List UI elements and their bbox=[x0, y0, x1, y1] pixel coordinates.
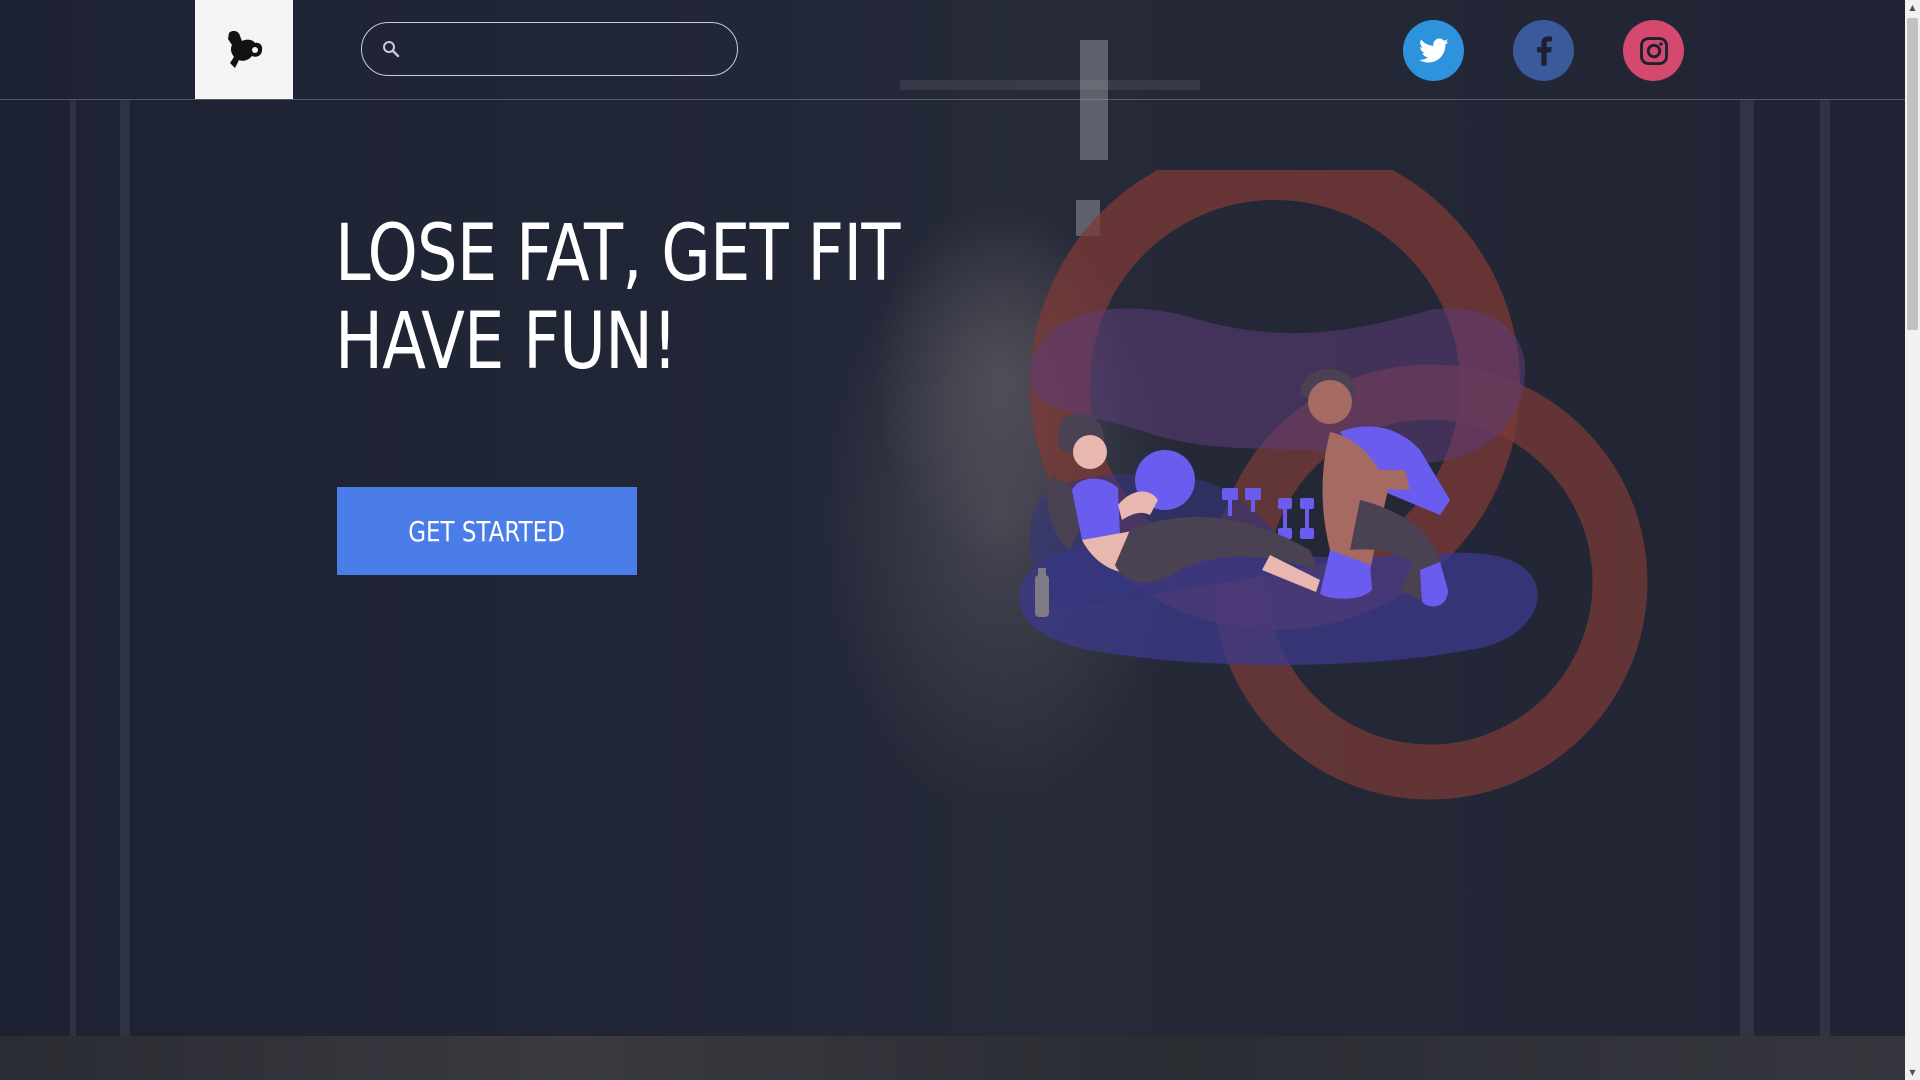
get-started-button[interactable]: GET STARTED bbox=[337, 487, 637, 575]
facebook-icon bbox=[1536, 35, 1552, 66]
twitter-button[interactable] bbox=[1403, 20, 1464, 81]
twitter-icon bbox=[1418, 38, 1448, 62]
page-scrollbar[interactable]: ▲ ▼ bbox=[1905, 0, 1920, 1080]
headline-line-1: LOSE FAT, GET FIT bbox=[335, 209, 900, 299]
search-icon bbox=[383, 41, 400, 58]
get-started-label: GET STARTED bbox=[408, 514, 566, 548]
next-section-preview bbox=[0, 1036, 1905, 1080]
logo[interactable] bbox=[195, 0, 293, 99]
instagram-button[interactable] bbox=[1623, 20, 1684, 81]
flexing-arm-icon bbox=[228, 30, 263, 68]
site-header bbox=[0, 0, 1905, 100]
scroll-down-arrow-icon[interactable]: ▼ bbox=[1905, 1065, 1920, 1080]
two-people-exercising-illustration bbox=[1019, 170, 1648, 800]
search-input[interactable] bbox=[410, 37, 714, 61]
landing-page: LOSE FAT, GET FIT HAVE FUN! GET STARTED bbox=[0, 0, 1920, 1080]
search-bar[interactable] bbox=[361, 22, 738, 76]
facebook-button[interactable] bbox=[1513, 20, 1574, 81]
hero-headline: LOSE FAT, GET FIT HAVE FUN! bbox=[335, 210, 900, 386]
scrollbar-thumb[interactable] bbox=[1907, 18, 1918, 330]
instagram-icon bbox=[1639, 36, 1668, 65]
scroll-up-arrow-icon[interactable]: ▲ bbox=[1905, 0, 1920, 15]
headline-line-2: HAVE FUN! bbox=[335, 297, 678, 387]
